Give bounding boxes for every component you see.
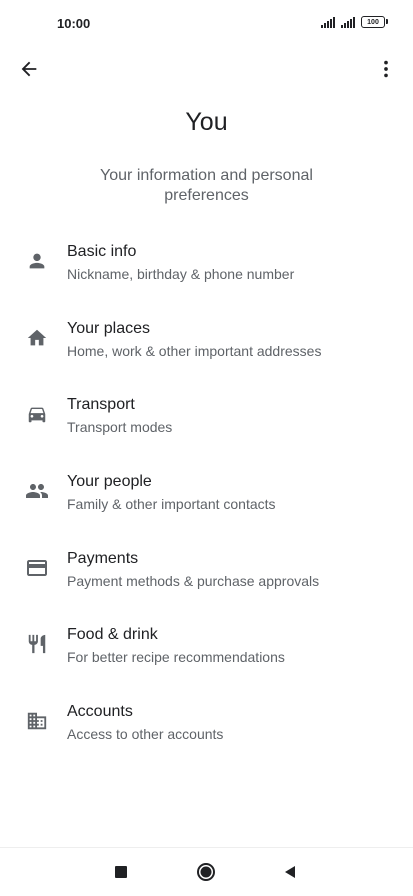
- recents-button[interactable]: [109, 860, 133, 884]
- car-icon: [25, 402, 49, 426]
- signal-icon: [341, 16, 355, 28]
- more-options-button[interactable]: [371, 54, 401, 84]
- menu-item-title: Food & drink: [67, 626, 158, 644]
- menu-item-description: Family & other important contacts: [67, 496, 276, 513]
- status-bar: 10:00 100: [0, 0, 413, 48]
- home-button[interactable]: [194, 860, 218, 884]
- status-time: 10:00: [57, 16, 91, 31]
- menu-item-your-people[interactable]: Your people Family & other important con…: [0, 459, 413, 536]
- menu-item-basic-info[interactable]: Basic info Nickname, birthday & phone nu…: [0, 229, 413, 306]
- system-nav-bar: [0, 847, 413, 896]
- menu-item-description: Home, work & other important addresses: [67, 342, 322, 359]
- square-icon: [115, 866, 127, 878]
- menu-item-transport[interactable]: Transport Transport modes: [0, 382, 413, 459]
- back-button[interactable]: [14, 54, 44, 84]
- credit-card-icon: [25, 556, 49, 580]
- arrow-back-icon: [21, 61, 37, 77]
- page-title: You: [185, 108, 228, 136]
- menu-item-title: Transport: [67, 396, 135, 414]
- menu-item-your-places[interactable]: Your places Home, work & other important…: [0, 306, 413, 383]
- more-vert-icon: [384, 60, 388, 78]
- building-icon: [25, 709, 49, 733]
- menu-item-title: Payments: [67, 549, 139, 567]
- restaurant-icon: [25, 632, 49, 656]
- menu-item-description: Access to other accounts: [67, 726, 224, 743]
- menu-item-description: Transport modes: [67, 419, 173, 436]
- battery-icon: 100: [361, 16, 388, 28]
- people-icon: [25, 479, 49, 503]
- battery-level: 100: [367, 18, 379, 26]
- app-bar: [0, 48, 413, 88]
- menu-item-description: Nickname, birthday & phone number: [67, 266, 295, 282]
- nav-back-button[interactable]: [278, 860, 302, 884]
- menu-item-title: Basic info: [67, 243, 137, 260]
- person-icon: [25, 249, 49, 273]
- page-subtitle: Your information and personal preference…: [100, 167, 313, 204]
- circle-icon: [197, 863, 215, 881]
- menu-item-food-drink[interactable]: Food & drink For better recipe recommend…: [0, 612, 413, 689]
- status-icons: 100: [321, 16, 388, 28]
- menu-item-title: Your people: [67, 473, 152, 491]
- settings-menu: Basic info Nickname, birthday & phone nu…: [0, 229, 413, 766]
- menu-item-payments[interactable]: Payments Payment methods & purchase appr…: [0, 536, 413, 613]
- menu-item-title: Accounts: [67, 703, 133, 721]
- menu-item-title: Your places: [67, 319, 151, 337]
- home-icon: [25, 326, 49, 350]
- menu-item-accounts[interactable]: Accounts Access to other accounts: [0, 689, 413, 766]
- menu-item-description: Payment methods & purchase approvals: [67, 572, 320, 589]
- triangle-back-icon: [285, 866, 295, 878]
- signal-icon: [321, 16, 335, 28]
- menu-item-description: For better recipe recommendations: [67, 649, 285, 666]
